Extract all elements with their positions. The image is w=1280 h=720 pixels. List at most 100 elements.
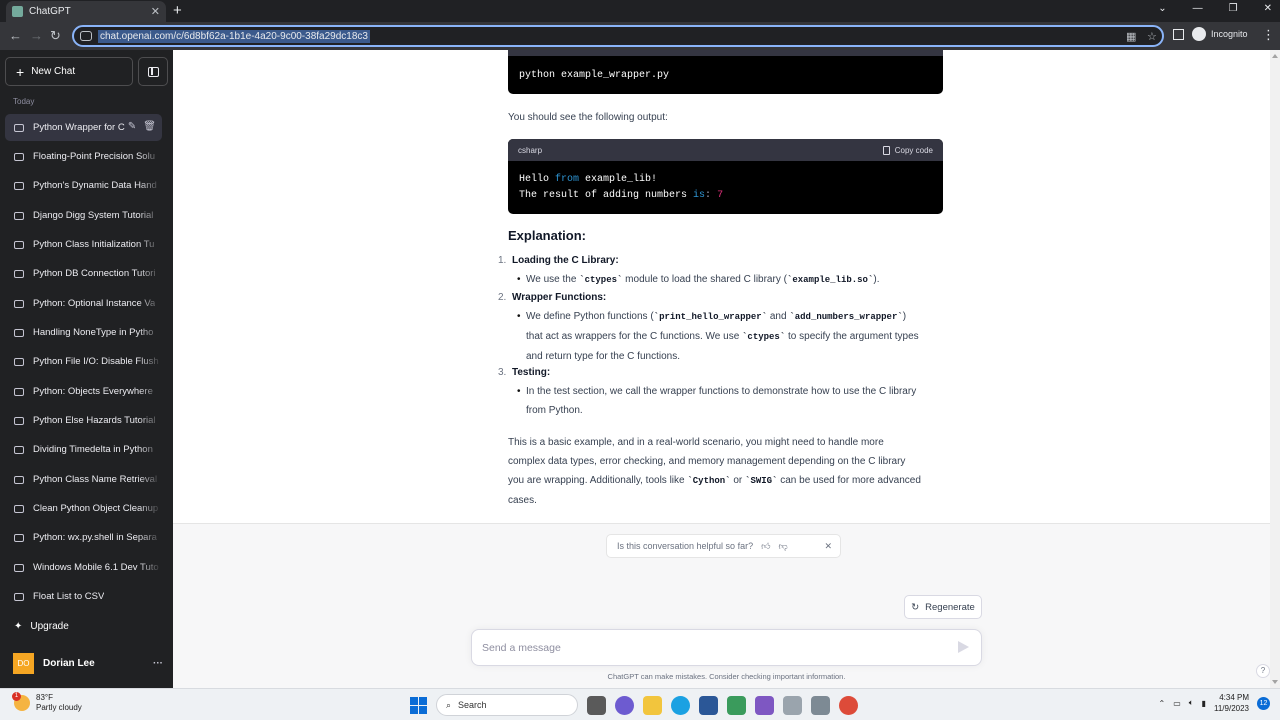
upgrade-button[interactable]: ✦ Upgrade bbox=[14, 621, 69, 632]
chat-bubble-icon bbox=[14, 240, 24, 249]
tab-search-icon[interactable]: ⌄ bbox=[1158, 3, 1166, 14]
conversation-item[interactable]: Dividing Timedelta in Python bbox=[5, 436, 162, 463]
conversation-item[interactable]: Python Else Hazards Tutorial bbox=[5, 407, 162, 434]
sidebar: + New Chat Today Python Wrapper for C ✎ 🗑… bbox=[0, 50, 173, 688]
close-sidebar-button[interactable] bbox=[138, 57, 168, 86]
conversation-item[interactable]: Windows Mobile 6.1 Dev Tuto bbox=[5, 554, 162, 581]
reload-icon[interactable]: ↻ bbox=[50, 28, 61, 43]
site-info-icon[interactable] bbox=[80, 31, 92, 41]
conversation-title: Python: Objects Everywhere bbox=[33, 386, 153, 397]
notification-badge[interactable]: 12 bbox=[1257, 696, 1270, 710]
help-button[interactable]: ? bbox=[1256, 664, 1270, 678]
conversation-item[interactable]: Clean Python Object Cleanup bbox=[5, 495, 162, 522]
new-chat-button[interactable]: + New Chat bbox=[5, 57, 133, 86]
back-icon[interactable]: ← bbox=[9, 28, 22, 43]
user-menu[interactable]: DO Dorian Lee ··· bbox=[13, 653, 163, 674]
file-explorer-icon[interactable] bbox=[643, 695, 662, 715]
delete-conversation-icon[interactable]: 🗑 bbox=[143, 121, 156, 132]
regenerate-button[interactable]: ↻ Regenerate bbox=[904, 595, 982, 619]
show-hidden-icons-icon[interactable]: ⌃ bbox=[1159, 699, 1166, 708]
conversation-item[interactable]: Handling NoneType in Pytho bbox=[5, 319, 162, 346]
section-label-today: Today bbox=[13, 97, 35, 106]
conversation-item[interactable]: Python's Dynamic Data Hand bbox=[5, 172, 162, 199]
conversation-title: Handling NoneType in Pytho bbox=[33, 327, 154, 338]
volume-icon[interactable]: 🔈︎ bbox=[1189, 698, 1194, 708]
scroll-up-arrow-icon[interactable] bbox=[1272, 54, 1278, 58]
conversation-item[interactable]: Python: Optional Instance Va bbox=[5, 290, 162, 317]
taskbar-search[interactable]: ⌕ Search bbox=[436, 694, 578, 716]
tab-close-icon[interactable]: ✕ bbox=[151, 5, 160, 18]
scroll-down-arrow-icon[interactable] bbox=[1272, 680, 1278, 684]
minimize-button[interactable]: — bbox=[1193, 3, 1203, 14]
forward-icon[interactable]: → bbox=[30, 28, 43, 43]
start-icon[interactable] bbox=[410, 696, 427, 714]
user-name: Dorian Lee bbox=[43, 658, 95, 669]
copy-code-button[interactable]: Copy code bbox=[882, 145, 933, 155]
restore-button[interactable]: ❐ bbox=[1229, 3, 1238, 14]
battery-icon[interactable]: ▮ bbox=[1202, 699, 1206, 708]
conversation-title: Float List to CSV bbox=[33, 591, 105, 602]
conversation-item[interactable]: Django Digg System Tutorial bbox=[5, 202, 162, 229]
conversation-item[interactable]: Python: wx.py.shell in Separa bbox=[5, 524, 162, 551]
app-icon[interactable] bbox=[783, 695, 802, 715]
dismiss-icon[interactable]: ✕ bbox=[824, 541, 832, 552]
edit-title-icon[interactable]: ✎ bbox=[128, 121, 136, 132]
chat-bubble-icon bbox=[14, 123, 24, 132]
search-icon: ⌕ bbox=[446, 699, 452, 710]
weather-condition: Partly cloudy bbox=[36, 703, 82, 712]
store-icon[interactable] bbox=[699, 695, 718, 715]
chat-bubble-icon bbox=[14, 328, 24, 337]
conversation-item[interactable]: Python Wrapper for C ✎ 🗑 bbox=[5, 114, 162, 141]
conversation-item[interactable]: Float List to CSV bbox=[5, 583, 162, 610]
new-tab-button[interactable]: + bbox=[173, 3, 182, 18]
task-view-icon[interactable] bbox=[587, 695, 606, 715]
chat-bubble-icon bbox=[14, 269, 24, 278]
scrollbar[interactable] bbox=[1270, 50, 1280, 688]
more-options-icon[interactable]: ··· bbox=[153, 658, 163, 669]
bookmark-star-icon[interactable]: ☆ bbox=[1147, 30, 1157, 43]
code-block-output: csharp Copy code Hello from example_lib!… bbox=[508, 139, 943, 214]
message-input[interactable]: Send a message bbox=[471, 629, 982, 666]
chat-main: python example_wrapper.py You should see… bbox=[173, 50, 1270, 688]
conversation-title: Django Digg System Tutorial bbox=[33, 210, 154, 221]
qr-icon[interactable]: ▦ bbox=[1126, 30, 1136, 43]
chat-bubble-icon bbox=[14, 475, 24, 484]
chat-bubble-icon bbox=[14, 211, 24, 220]
conversation-item[interactable]: Floating-Point Precision Solu bbox=[5, 143, 162, 170]
browser-menu-icon[interactable]: ⋮ bbox=[1262, 27, 1275, 43]
address-bar-row: ← → ↻ chat.openai.com/c/6d8bf62a-1b1e-4a… bbox=[0, 22, 1280, 50]
close-window-button[interactable]: ✕ bbox=[1264, 3, 1272, 14]
network-icon[interactable]: ▭ bbox=[1173, 699, 1181, 708]
url-text[interactable]: chat.openai.com/c/6d8bf62a-1b1e-4a20-9c0… bbox=[98, 29, 370, 43]
conversation-item[interactable]: Python: Objects Everywhere bbox=[5, 378, 162, 405]
clipboard-icon bbox=[882, 145, 890, 155]
incognito-indicator[interactable]: Incognito bbox=[1192, 27, 1248, 41]
chat-app-icon[interactable] bbox=[615, 695, 634, 715]
search-label: Search bbox=[458, 700, 487, 710]
weather-widget[interactable]: 1 83°F Partly cloudy bbox=[12, 692, 82, 713]
system-tray: ⌃ ▭ 🔈︎ ▮ 4:34 PM 11/9/2023 12 bbox=[1159, 692, 1270, 714]
chrome-icon[interactable] bbox=[839, 695, 858, 715]
conversation-title: Python Wrapper for C bbox=[33, 122, 125, 133]
clock[interactable]: 4:34 PM 11/9/2023 bbox=[1214, 692, 1249, 714]
thumbs-down-icon[interactable]: 👎︎ bbox=[778, 541, 787, 552]
chat-bubble-icon bbox=[14, 387, 24, 396]
conversation-item[interactable]: Python Class Initialization Tu bbox=[5, 231, 162, 258]
partly-cloudy-icon: 1 bbox=[12, 692, 30, 711]
thumbs-up-icon[interactable]: 👍︎ bbox=[761, 541, 770, 552]
snipping-tool-icon[interactable] bbox=[811, 695, 830, 715]
output-intro: You should see the following output: bbox=[508, 112, 668, 123]
incognito-icon bbox=[1192, 27, 1206, 41]
address-bar[interactable]: chat.openai.com/c/6d8bf62a-1b1e-4a20-9c0… bbox=[72, 25, 1164, 47]
side-panel-icon[interactable] bbox=[1173, 29, 1184, 40]
conversation-item[interactable]: Python Class Name Retrieval bbox=[5, 466, 162, 493]
send-icon[interactable] bbox=[958, 641, 969, 653]
browser-chrome: ChatGPT ✕ + ⌄ — ❐ ✕ ← → ↻ chat.openai.co… bbox=[0, 0, 1280, 50]
vs-icon[interactable] bbox=[755, 695, 774, 715]
conversation-item[interactable]: Python File I/O: Disable Flush bbox=[5, 348, 162, 375]
notes-app-icon[interactable] bbox=[727, 695, 746, 715]
code-line: The result of adding numbers is: 7 bbox=[519, 190, 724, 201]
edge-icon[interactable] bbox=[671, 695, 690, 715]
browser-tab[interactable]: ChatGPT ✕ bbox=[6, 1, 166, 22]
conversation-item[interactable]: Python DB Connection Tutori bbox=[5, 260, 162, 287]
